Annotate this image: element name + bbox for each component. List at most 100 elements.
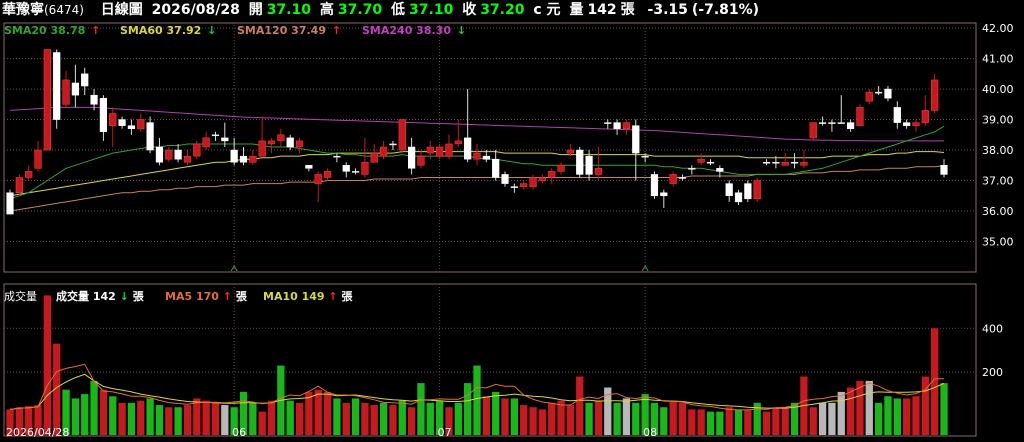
volume-bar[interactable]: [893, 398, 901, 435]
volume-bar[interactable]: [323, 391, 332, 435]
volume-bar[interactable]: [267, 400, 276, 435]
volume-bar[interactable]: [370, 405, 378, 435]
volume-bar[interactable]: [221, 405, 229, 435]
stock-chart[interactable]: 42.00 41.00 40.00 39.00 38.00 37.00 36.00 35.00…: [0, 22, 1024, 442]
volume-bar[interactable]: [389, 405, 397, 435]
volume-bar[interactable]: [772, 407, 780, 435]
volume-bar[interactable]: [632, 402, 640, 435]
volume-bar[interactable]: [118, 402, 126, 435]
volume-bar[interactable]: [725, 407, 733, 435]
volume-bar[interactable]: [510, 398, 519, 435]
volume-bar[interactable]: [716, 411, 724, 435]
volume-bar[interactable]: [305, 391, 313, 435]
candle-body: [940, 165, 948, 175]
volume-bar[interactable]: [613, 402, 621, 435]
volume-bar[interactable]: [762, 411, 771, 435]
candlestick[interactable]: [43, 49, 51, 151]
volume-bar[interactable]: [566, 405, 575, 435]
candlestick[interactable]: [576, 147, 584, 178]
volume-bar[interactable]: [183, 405, 192, 435]
candlestick[interactable]: [753, 177, 761, 202]
volume-bar[interactable]: [734, 409, 743, 435]
candlestick[interactable]: [53, 49, 61, 129]
volume-bar[interactable]: [884, 396, 892, 435]
volume-bar[interactable]: [688, 409, 696, 435]
volume-bar[interactable]: [211, 402, 220, 435]
volume-bar[interactable]: [594, 400, 603, 435]
volume-bar[interactable]: [585, 402, 593, 435]
volume-bar[interactable]: [137, 400, 145, 435]
close-label: 收: [462, 2, 477, 18]
volume-bar[interactable]: [557, 400, 565, 435]
volume-bar[interactable]: [286, 400, 294, 435]
volume-bar[interactable]: [576, 376, 584, 435]
volume-bar[interactable]: [71, 398, 80, 435]
volume-bar[interactable]: [529, 407, 537, 435]
candle-body: [417, 155, 425, 166]
volume-bar[interactable]: [538, 409, 547, 435]
candlestick[interactable]: [856, 104, 864, 126]
volume-bar[interactable]: [81, 394, 89, 435]
volume-bar[interactable]: [127, 402, 136, 435]
volume-bar[interactable]: [426, 402, 434, 435]
volume-bar[interactable]: [165, 407, 173, 435]
volume-bar[interactable]: [202, 400, 210, 435]
volume-bar[interactable]: [473, 365, 481, 435]
volume-bar[interactable]: [454, 402, 462, 435]
volume-bar[interactable]: [398, 400, 406, 435]
candlestick[interactable]: [15, 174, 23, 196]
volume-bar[interactable]: [99, 389, 108, 435]
volume-bar[interactable]: [295, 402, 304, 435]
volume-bar[interactable]: [90, 380, 98, 435]
volume-bar[interactable]: [846, 387, 855, 436]
volume-bar[interactable]: [314, 389, 322, 435]
volume-bar[interactable]: [744, 409, 752, 435]
volume-bar[interactable]: [501, 398, 509, 435]
price-tick-label: 39.00: [982, 114, 1014, 127]
volume-bar[interactable]: [109, 396, 117, 435]
candle-body: [790, 161, 799, 164]
volume-bar[interactable]: [818, 402, 827, 435]
candlestick[interactable]: [6, 189, 14, 215]
volume-bar[interactable]: [482, 396, 490, 435]
sma240-text: SMA240 38.30: [362, 24, 451, 37]
candlestick[interactable]: [744, 180, 752, 202]
volume-bar[interactable]: [874, 402, 883, 435]
volume-bar[interactable]: [865, 380, 873, 435]
volume-bar[interactable]: [669, 400, 677, 435]
candlestick[interactable]: [931, 73, 939, 114]
volume-bar[interactable]: [902, 398, 911, 435]
volume-bar[interactable]: [249, 402, 257, 435]
volume-bar[interactable]: [342, 402, 350, 435]
volume-bar[interactable]: [912, 396, 920, 435]
volume-bar[interactable]: [809, 407, 817, 435]
volume-bar[interactable]: [417, 383, 425, 435]
volume-bar[interactable]: [837, 391, 845, 435]
volume-bar[interactable]: [697, 409, 705, 435]
volume-bar[interactable]: [706, 411, 715, 435]
volume-bar[interactable]: [520, 405, 528, 435]
volume-bar[interactable]: [43, 295, 52, 435]
volume-bar[interactable]: [155, 405, 164, 435]
volume-bar[interactable]: [921, 376, 929, 435]
volume-bar[interactable]: [781, 407, 789, 435]
volume-bar[interactable]: [828, 402, 836, 435]
volume-bar[interactable]: [361, 402, 369, 435]
candlestick[interactable]: [650, 171, 659, 199]
volume-bar[interactable]: [548, 402, 556, 435]
volume-bar[interactable]: [351, 398, 360, 435]
volume-bar[interactable]: [174, 407, 182, 435]
volume-bar[interactable]: [146, 398, 154, 435]
volume-bar[interactable]: [193, 398, 201, 435]
volume-bar[interactable]: [492, 391, 500, 435]
volume-bar[interactable]: [407, 407, 416, 435]
volume-bar[interactable]: [379, 402, 388, 435]
volume-bar[interactable]: [333, 398, 341, 435]
candlestick[interactable]: [398, 119, 406, 154]
volume-bar[interactable]: [622, 398, 631, 435]
volume-bar[interactable]: [464, 383, 472, 435]
volume-bar[interactable]: [940, 383, 948, 435]
volume-bar[interactable]: [678, 402, 687, 435]
volume-bar[interactable]: [258, 411, 266, 435]
volume-bar[interactable]: [660, 407, 668, 435]
